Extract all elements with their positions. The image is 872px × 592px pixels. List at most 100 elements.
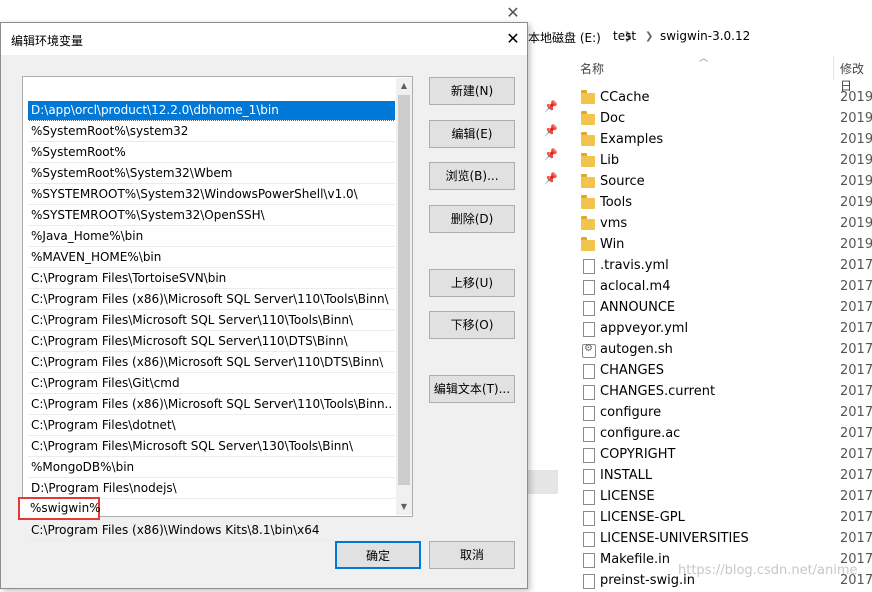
move-up-button[interactable]: 上移(U) <box>429 269 515 297</box>
path-item[interactable]: C:\Program Files\Git\cmd <box>28 374 395 394</box>
file-name: Tools <box>600 195 633 210</box>
file-row[interactable]: Lib 2019/ <box>578 151 872 172</box>
folder-icon <box>581 111 595 125</box>
edit-button[interactable]: 编辑(E) <box>429 120 515 148</box>
file-icon <box>583 427 595 442</box>
path-item[interactable]: %SystemRoot% <box>28 143 395 163</box>
file-row[interactable]: Tools 2019/ <box>578 193 872 214</box>
path-item-highlighted[interactable]: %swigwin% <box>18 497 101 520</box>
path-item[interactable]: C:\Program Files (x86)\Microsoft SQL Ser… <box>28 353 395 373</box>
file-row[interactable]: Win 2019/ <box>578 235 872 256</box>
path-item-text: C:\Program Files\Microsoft SQL Server\13… <box>31 439 354 453</box>
file-name: CHANGES <box>600 363 665 378</box>
file-name: CCache <box>600 90 650 105</box>
column-divider[interactable] <box>833 56 834 80</box>
path-item[interactable]: D:\Program Files\nodejs\ <box>28 479 395 499</box>
folder-icon <box>581 174 595 188</box>
path-item[interactable]: C:\Program Files (x86)\Windows Kits\8.1\… <box>28 521 395 541</box>
pin-icon[interactable]: 📌 <box>544 100 558 113</box>
vertical-scrollbar[interactable]: ▲ ▼ <box>396 78 412 515</box>
file-row[interactable]: appveyor.yml 2017/ <box>578 319 872 340</box>
scroll-thumb[interactable] <box>398 95 410 485</box>
path-item[interactable]: %MAVEN_HOME%\bin <box>28 248 395 268</box>
file-date: 2017/ <box>840 300 872 315</box>
breadcrumb-test[interactable]: test <box>613 29 636 43</box>
file-row[interactable]: autogen.sh 2017/ <box>578 340 872 361</box>
path-item[interactable]: D:\app\orcl\product\12.2.0\dbhome_1\bin <box>28 101 395 121</box>
file-row[interactable]: configure 2017/ <box>578 403 872 424</box>
column-header-name[interactable]: 名称 <box>580 60 604 77</box>
file-date: 2017/ <box>840 363 872 378</box>
file-row[interactable]: aclocal.m4 2017/ <box>578 277 872 298</box>
file-name: Lib <box>600 153 620 168</box>
file-row[interactable]: COPYRIGHT 2017/ <box>578 445 872 466</box>
file-row[interactable]: LICENSE-UNIVERSITIES 2017/ <box>578 529 872 550</box>
file-name: Win <box>600 237 625 252</box>
nav-pane-selected-item[interactable] <box>528 470 558 494</box>
file-row[interactable]: CCache 2019/ <box>578 88 872 109</box>
file-row[interactable]: configure.ac 2017/ <box>578 424 872 445</box>
path-item[interactable]: %MongoDB%\bin <box>28 458 395 478</box>
breadcrumb-chevron-icon: ❯ <box>645 31 654 42</box>
new-button[interactable]: 新建(N) <box>429 77 515 105</box>
path-item[interactable]: %SystemRoot%\system32 <box>28 122 395 142</box>
path-item[interactable]: C:\Program Files\Microsoft SQL Server\11… <box>28 311 395 331</box>
breadcrumb-swigwin[interactable]: swigwin-3.0.12 <box>660 29 750 43</box>
path-item-text: %MongoDB%\bin <box>31 460 135 474</box>
file-row[interactable]: ANNOUNCE 2017/ <box>578 298 872 319</box>
path-item[interactable]: C:\Program Files (x86)\Microsoft SQL Ser… <box>28 290 395 310</box>
path-item[interactable]: %SYSTEMROOT%\System32\WindowsPowerShell\… <box>28 185 395 205</box>
file-name: INSTALL <box>600 468 653 483</box>
move-down-button[interactable]: 下移(O) <box>429 311 515 339</box>
scroll-up-icon[interactable]: ▲ <box>396 78 412 94</box>
breadcrumb[interactable]: 本地磁盘 (E:) ❯ test ❯ swigwin-3.0.12 <box>528 26 872 48</box>
path-item[interactable]: %SystemRoot%\System32\Wbem <box>28 164 395 184</box>
pin-icon[interactable]: 📌 <box>544 124 558 137</box>
path-listbox[interactable]: D:\app\orcl\product\12.2.0\dbhome_1\bin%… <box>18 76 413 541</box>
delete-button[interactable]: 删除(D) <box>429 205 515 233</box>
file-name: autogen.sh <box>600 342 673 357</box>
file-row[interactable]: vms 2019/ <box>578 214 872 235</box>
file-row[interactable]: LICENSE 2017/ <box>578 487 872 508</box>
path-item[interactable]: C:\Program Files\Microsoft SQL Server\13… <box>28 437 395 457</box>
file-icon <box>583 553 595 568</box>
cancel-button[interactable]: 取消 <box>429 541 515 569</box>
file-date: 2017/ <box>840 279 872 294</box>
pin-icon[interactable]: 📌 <box>544 172 558 185</box>
file-row[interactable]: LICENSE-GPL 2017/ <box>578 508 872 529</box>
file-row[interactable]: Examples 2019/ <box>578 130 872 151</box>
browse-button[interactable]: 浏览(B)... <box>429 162 515 190</box>
path-item-text: C:\Program Files\dotnet\ <box>31 418 176 432</box>
file-icon <box>583 574 595 589</box>
path-item[interactable]: C:\Program Files\TortoiseSVN\bin <box>28 269 395 289</box>
path-item-text: %SystemRoot% <box>31 145 126 159</box>
file-row[interactable]: CHANGES 2017/ <box>578 361 872 382</box>
path-item[interactable]: %SYSTEMROOT%\System32\OpenSSH\ <box>28 206 395 226</box>
scroll-down-icon[interactable]: ▼ <box>396 499 412 515</box>
close-icon[interactable]: ✕ <box>501 27 525 51</box>
file-row[interactable]: Source 2019/ <box>578 172 872 193</box>
file-row[interactable]: .travis.yml 2017/ <box>578 256 872 277</box>
folder-icon <box>581 216 595 230</box>
file-icon <box>583 448 595 463</box>
explorer-close-icon[interactable]: ✕ <box>503 3 523 23</box>
path-item-text: C:\Program Files\TortoiseSVN\bin <box>31 271 227 285</box>
pin-icon[interactable]: 📌 <box>544 148 558 161</box>
file-row[interactable]: CHANGES.current 2017/ <box>578 382 872 403</box>
path-item[interactable]: C:\Program Files\Microsoft SQL Server\11… <box>28 332 395 352</box>
file-name: COPYRIGHT <box>600 447 676 462</box>
file-name: vms <box>600 216 628 231</box>
breadcrumb-drive[interactable]: 本地磁盘 (E:) <box>528 29 601 46</box>
file-date: 2017/ <box>840 342 872 357</box>
dialog-titlebar[interactable]: 编辑环境变量 ✕ <box>1 23 527 55</box>
ok-button[interactable]: 确定 <box>335 541 421 569</box>
path-item[interactable]: %Java_Home%\bin <box>28 227 395 247</box>
edit-text-button[interactable]: 编辑文本(T)... <box>429 375 515 403</box>
path-item[interactable]: C:\Program Files (x86)\Microsoft SQL Ser… <box>28 395 395 415</box>
file-row[interactable]: INSTALL 2017/ <box>578 466 872 487</box>
edit-env-var-dialog: 编辑环境变量 ✕ D:\app\orcl\product\12.2.0\dbho… <box>0 22 528 589</box>
file-date: 2019/ <box>840 132 872 147</box>
file-row[interactable]: Doc 2019/ <box>578 109 872 130</box>
file-name: ANNOUNCE <box>600 300 676 315</box>
path-item[interactable]: C:\Program Files\dotnet\ <box>28 416 395 436</box>
